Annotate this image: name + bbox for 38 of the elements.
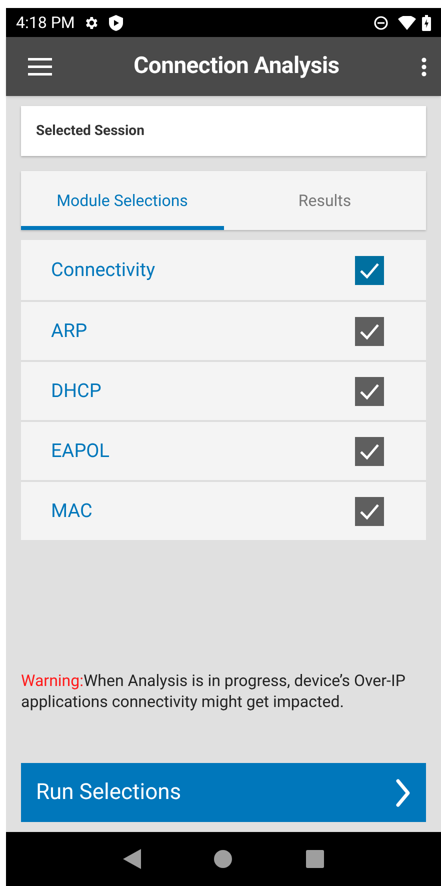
check-icon <box>359 382 380 400</box>
warning-text: Warning:When Analysis is in progress, device’s Over-IP applications connectivity might get impacted. <box>21 670 406 712</box>
checkbox[interactable] <box>355 376 384 406</box>
home-icon[interactable] <box>214 850 232 868</box>
session-label: Selected Session <box>36 122 144 140</box>
module-label: ARP <box>51 318 88 344</box>
module-label: Connectivity <box>51 256 156 283</box>
check-icon <box>359 502 380 520</box>
chevron-right-icon <box>395 778 411 808</box>
wifi-icon <box>398 16 416 30</box>
checkbox[interactable] <box>355 496 384 526</box>
shield-icon <box>108 14 123 30</box>
module-row[interactable]: Connectivity <box>21 240 426 300</box>
back-icon[interactable] <box>122 849 141 869</box>
do-not-disturb-icon <box>374 16 388 30</box>
session-card[interactable]: Selected Session <box>21 106 426 156</box>
app-title: Connection Analysis <box>134 51 340 82</box>
check-icon <box>359 262 380 278</box>
module-label: EAPOL <box>51 438 110 464</box>
module-row[interactable]: ARP <box>21 300 426 360</box>
tab[interactable]: Module Selections <box>21 171 224 230</box>
module-row[interactable]: MAC <box>21 480 426 540</box>
module-label: DHCP <box>51 378 102 404</box>
checkbox[interactable] <box>355 316 384 346</box>
check-icon <box>359 442 380 460</box>
checkbox[interactable] <box>355 256 384 284</box>
recents-icon[interactable] <box>306 850 324 868</box>
battery-icon <box>422 14 431 30</box>
more-options-icon[interactable] <box>421 56 427 76</box>
module-row[interactable]: EAPOL <box>21 420 426 480</box>
tab[interactable]: Results <box>224 171 426 230</box>
menu-icon[interactable] <box>28 58 52 76</box>
module-row[interactable]: DHCP <box>21 360 426 420</box>
check-icon <box>359 322 380 340</box>
run-selections-button[interactable]: Run Selections <box>21 763 426 822</box>
checkbox[interactable] <box>355 436 384 466</box>
module-label: MAC <box>51 498 94 524</box>
status-time: 4:18 PM <box>16 12 75 34</box>
